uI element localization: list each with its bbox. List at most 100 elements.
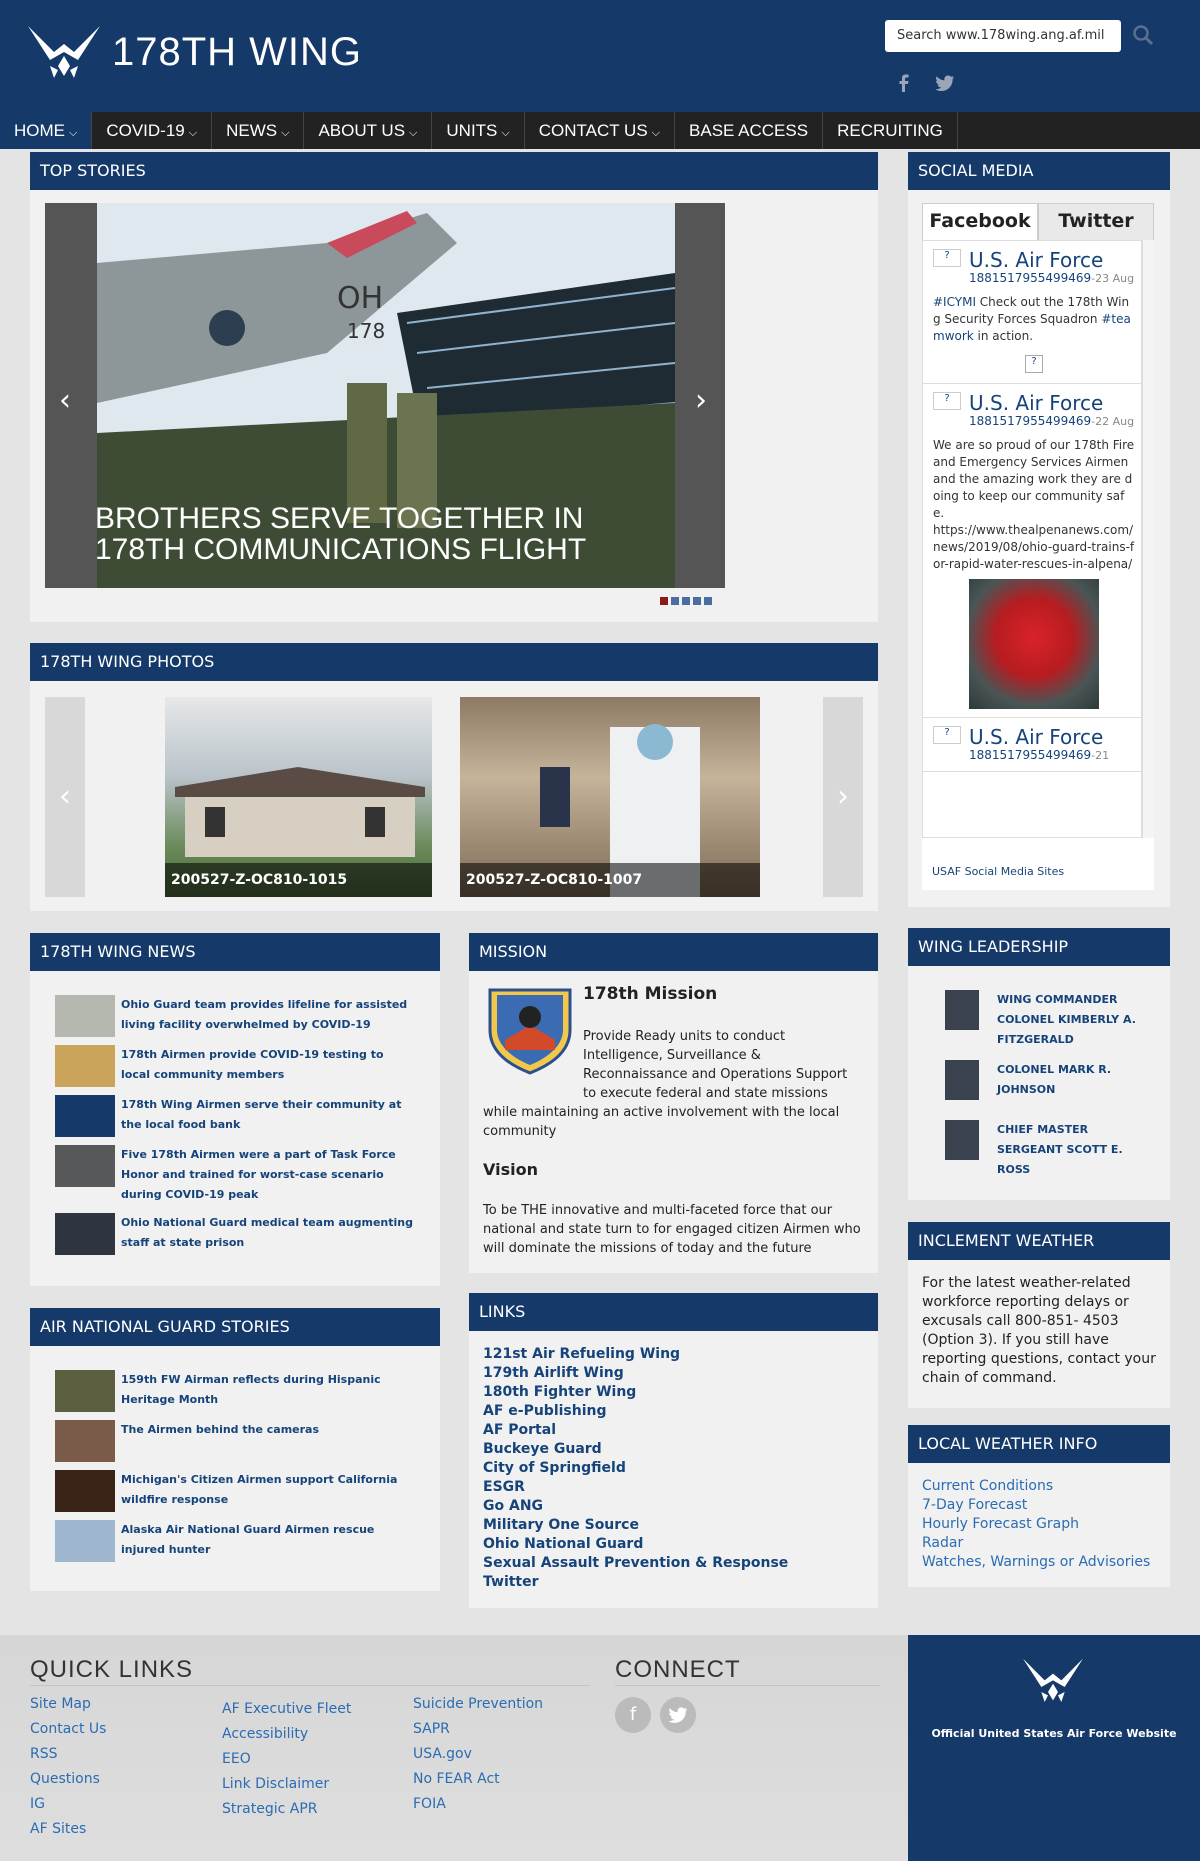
leader-name[interactable]: COLONEL MARK R. JOHNSON <box>997 1060 1147 1100</box>
search-input[interactable]: Search www.178wing.ang.af.mil <box>885 20 1121 52</box>
post-image[interactable] <box>969 579 1099 709</box>
slider-prev-icon[interactable]: ‹ <box>59 383 71 418</box>
leader-item[interactable]: COLONEL MARK R. JOHNSON <box>945 1060 1147 1100</box>
tab-facebook[interactable]: Facebook <box>922 203 1038 241</box>
list-item[interactable]: The Airmen behind the cameras <box>55 1420 415 1462</box>
nav-base-access[interactable]: BASE ACCESS <box>675 112 824 149</box>
link-item[interactable]: Buckeye Guard <box>483 1440 863 1459</box>
footer-link[interactable]: AF Sites <box>30 1817 106 1842</box>
top-story-slider[interactable]: OH 178 BROTHERS SERVE TOGETHER IN 178TH … <box>45 203 725 588</box>
leader-item[interactable]: WING COMMANDER COLONEL KIMBERLY A. FITZG… <box>945 990 1147 1050</box>
link-item[interactable]: 121st Air Refueling Wing <box>483 1345 863 1364</box>
official-site-label[interactable]: Official United States Air Force Website <box>908 1727 1200 1740</box>
list-item[interactable]: Ohio Guard team provides lifeline for as… <box>55 995 415 1037</box>
weather-link[interactable]: 7-Day Forecast <box>922 1496 1162 1515</box>
link-item[interactable]: Ohio National Guard <box>483 1535 863 1554</box>
link-item[interactable]: Sexual Assault Prevention & Response <box>483 1554 863 1573</box>
slider-dot[interactable] <box>704 597 712 605</box>
footer-link[interactable]: IG <box>30 1792 106 1817</box>
post-id[interactable]: 1881517955499469 <box>969 414 1091 428</box>
post-author[interactable]: U.S. Air Force <box>969 249 1134 271</box>
news-link[interactable]: Alaska Air National Guard Airmen rescue … <box>121 1520 415 1560</box>
search-icon[interactable] <box>1132 24 1154 46</box>
nav-recruiting[interactable]: RECRUITING <box>823 112 958 149</box>
photo-item[interactable]: 200527-Z-OC810-1007 <box>460 697 760 897</box>
post-id[interactable]: 1881517955499469 <box>969 748 1091 762</box>
link-item[interactable]: Go ANG <box>483 1497 863 1516</box>
facebook-feed[interactable]: ? U.S. Air Force 1881517955499469-23 Aug #… <box>922 240 1142 838</box>
feed-scrollbar[interactable] <box>1142 240 1154 838</box>
footer-link[interactable]: Site Map <box>30 1692 106 1717</box>
news-link[interactable]: 178th Airmen provide COVID-19 testing to… <box>121 1045 415 1085</box>
news-link[interactable]: Five 178th Airmen were a part of Task Fo… <box>121 1145 415 1205</box>
post-author[interactable]: U.S. Air Force <box>969 726 1109 748</box>
slider-dot[interactable] <box>693 597 701 605</box>
news-link[interactable]: Michigan's Citizen Airmen support Califo… <box>121 1470 415 1510</box>
link-item[interactable]: Twitter <box>483 1573 863 1592</box>
hashtag-link[interactable]: #ICYMI <box>933 295 976 309</box>
footer-link[interactable]: Accessibility <box>222 1722 351 1747</box>
news-link[interactable]: Ohio National Guard medical team augment… <box>121 1213 415 1253</box>
list-item[interactable]: Michigan's Citizen Airmen support Califo… <box>55 1470 415 1512</box>
twitter-icon[interactable] <box>934 72 956 94</box>
list-item[interactable]: Alaska Air National Guard Airmen rescue … <box>55 1520 415 1562</box>
weather-link[interactable]: Current Conditions <box>922 1477 1162 1496</box>
top-story-headline[interactable]: BROTHERS SERVE TOGETHER IN 178TH COMMUNI… <box>95 503 655 565</box>
list-item[interactable]: Ohio National Guard medical team augment… <box>55 1213 415 1255</box>
link-item[interactable]: AF Portal <box>483 1421 863 1440</box>
footer-link[interactable]: No FEAR Act <box>413 1767 543 1792</box>
slider-next-icon[interactable]: › <box>695 383 707 418</box>
leader-name[interactable]: WING COMMANDER COLONEL KIMBERLY A. FITZG… <box>997 990 1147 1050</box>
post-author[interactable]: U.S. Air Force <box>969 392 1134 414</box>
nav-news[interactable]: NEWS ⌵ <box>212 112 305 149</box>
tab-twitter[interactable]: Twitter <box>1038 203 1154 241</box>
footer-link[interactable]: Questions <box>30 1767 106 1792</box>
footer-link[interactable]: FOIA <box>413 1792 543 1817</box>
post-id[interactable]: 1881517955499469 <box>969 271 1091 285</box>
slider-dot[interactable] <box>682 597 690 605</box>
leader-name[interactable]: CHIEF MASTER SERGEANT SCOTT E. ROSS <box>997 1120 1147 1180</box>
facebook-icon[interactable]: f <box>615 1697 651 1733</box>
photo-item[interactable]: 200527-Z-OC810-1015 <box>165 697 432 897</box>
link-item[interactable]: 179th Airlift Wing <box>483 1364 863 1383</box>
news-link[interactable]: Ohio Guard team provides lifeline for as… <box>121 995 415 1035</box>
list-item[interactable]: 178th Airmen provide COVID-19 testing to… <box>55 1045 415 1087</box>
list-item[interactable]: Five 178th Airmen were a part of Task Fo… <box>55 1145 415 1205</box>
footer-link[interactable]: Link Disclaimer <box>222 1772 351 1797</box>
site-title[interactable]: 178TH WING <box>112 30 362 75</box>
usaf-social-link[interactable]: USAF Social Media Sites <box>932 865 1064 878</box>
slider-dot[interactable] <box>660 597 668 605</box>
link-item[interactable]: City of Springfield <box>483 1459 863 1478</box>
facebook-icon[interactable] <box>893 72 915 94</box>
link-item[interactable]: Military One Source <box>483 1516 863 1535</box>
nav-contact[interactable]: CONTACT US ⌵ <box>525 112 676 149</box>
footer-link[interactable]: RSS <box>30 1742 106 1767</box>
slider-dot[interactable] <box>671 597 679 605</box>
air-force-logo[interactable] <box>1023 1655 1083 1709</box>
nav-units[interactable]: UNITS ⌵ <box>432 112 525 149</box>
weather-link[interactable]: Watches, Warnings or Advisories <box>922 1553 1162 1572</box>
link-item[interactable]: 180th Fighter Wing <box>483 1383 863 1402</box>
nav-covid[interactable]: COVID-19 ⌵ <box>92 112 213 149</box>
post-link[interactable]: https://www.thealpenanews.com/news/2019/… <box>933 522 1135 573</box>
footer-link[interactable]: AF Executive Fleet <box>222 1697 351 1722</box>
news-link[interactable]: 178th Wing Airmen serve their community … <box>121 1095 415 1135</box>
footer-link[interactable]: SAPR <box>413 1717 543 1742</box>
photos-next-button[interactable]: › <box>823 697 863 897</box>
nav-about[interactable]: ABOUT US ⌵ <box>304 112 433 149</box>
footer-link[interactable]: EEO <box>222 1747 351 1772</box>
footer-link[interactable]: Strategic APR <box>222 1797 351 1822</box>
weather-link[interactable]: Hourly Forecast Graph <box>922 1515 1162 1534</box>
list-item[interactable]: 178th Wing Airmen serve their community … <box>55 1095 415 1137</box>
twitter-icon[interactable] <box>660 1697 696 1733</box>
footer-link[interactable]: Suicide Prevention <box>413 1692 543 1717</box>
air-force-logo[interactable] <box>28 22 100 86</box>
footer-link[interactable]: Contact Us <box>30 1717 106 1742</box>
weather-link[interactable]: Radar <box>922 1534 1162 1553</box>
leader-item[interactable]: CHIEF MASTER SERGEANT SCOTT E. ROSS <box>945 1120 1147 1180</box>
link-item[interactable]: AF e-Publishing <box>483 1402 863 1421</box>
photos-prev-button[interactable]: ‹ <box>45 697 85 897</box>
news-link[interactable]: 159th FW Airman reflects during Hispanic… <box>121 1370 415 1410</box>
nav-home[interactable]: HOME ⌵ <box>0 112 93 149</box>
list-item[interactable]: 159th FW Airman reflects during Hispanic… <box>55 1370 415 1412</box>
